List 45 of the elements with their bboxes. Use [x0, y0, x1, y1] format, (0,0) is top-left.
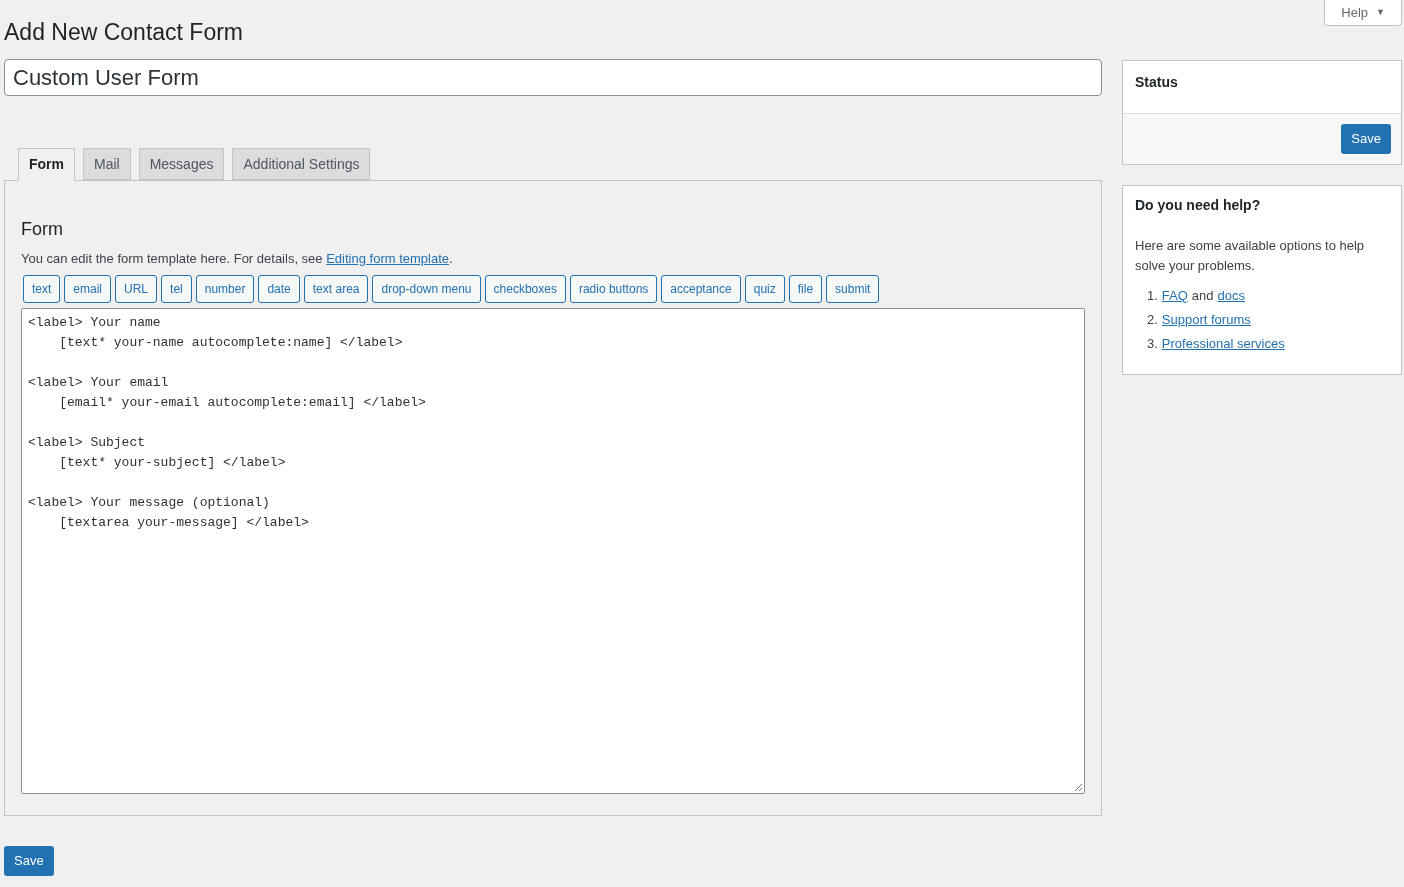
code-line: [textarea your-message] </label>: [58, 513, 309, 532]
tag-button[interactable]: URL: [115, 274, 158, 303]
code-line: <label> Subject: [28, 433, 146, 452]
tag-button[interactable]: number: [195, 274, 255, 303]
list-number: 2.: [1147, 311, 1158, 329]
list-number: 3.: [1147, 335, 1158, 353]
save-button[interactable]: Save: [1341, 124, 1391, 154]
help-link[interactable]: FAQ: [1161, 286, 1188, 306]
tag-button[interactable]: text area: [303, 274, 369, 303]
title-field[interactable]: Custom User Form: [4, 59, 1102, 96]
tag-button[interactable]: file: [788, 274, 823, 303]
tag-button[interactable]: tel: [161, 274, 192, 303]
code-line: [email* your-email autocomplete:email] </label>: [58, 393, 426, 412]
tag-button[interactable]: submit: [826, 274, 880, 303]
help-text: and: [1191, 287, 1214, 305]
panel-heading: Form: [21, 218, 63, 240]
tag-button[interactable]: radio buttons: [569, 274, 658, 303]
help-link[interactable]: Professional services: [1161, 334, 1285, 354]
code-line: <label> Your email: [28, 373, 169, 392]
tag-button[interactable]: checkboxes: [484, 274, 566, 303]
tab[interactable]: Mail: [83, 148, 131, 180]
code-line: [text* your-name autocomplete:name] </label>: [58, 333, 403, 352]
code-line: [text* your-subject] </label>: [58, 453, 286, 472]
tab[interactable]: Form: [18, 148, 75, 181]
tag-button[interactable]: quiz: [744, 274, 785, 303]
tab[interactable]: Additional Settings: [232, 148, 371, 180]
list-number: 1.: [1147, 287, 1158, 305]
code-line: <label> Your name: [28, 313, 161, 332]
help-link[interactable]: docs: [1217, 286, 1246, 306]
tag-button[interactable]: email: [64, 274, 112, 303]
tag-button[interactable]: text: [23, 274, 61, 303]
tag-button[interactable]: date: [258, 274, 300, 303]
template-link[interactable]: Editing form template: [326, 251, 450, 266]
tab[interactable]: Messages: [138, 148, 225, 180]
save-button[interactable]: Save: [4, 845, 54, 876]
tag-button[interactable]: acceptance: [661, 274, 741, 303]
help-tab[interactable]: Help ▼: [1324, 0, 1402, 26]
box-title: Do you need help?: [1135, 196, 1261, 214]
tag-button[interactable]: drop-down menu: [372, 274, 481, 303]
page-title: Add New Contact Form: [4, 18, 244, 47]
resize-handle-icon[interactable]: [1074, 782, 1083, 792]
panel-description: You can edit the form template here. For details, see Editing form template.: [21, 250, 453, 268]
help-text: Here are some available options to help solve your problems.: [1135, 237, 1366, 275]
code-line: <label> Your message (optional): [28, 493, 270, 512]
help-link[interactable]: Support forums: [1161, 310, 1251, 330]
